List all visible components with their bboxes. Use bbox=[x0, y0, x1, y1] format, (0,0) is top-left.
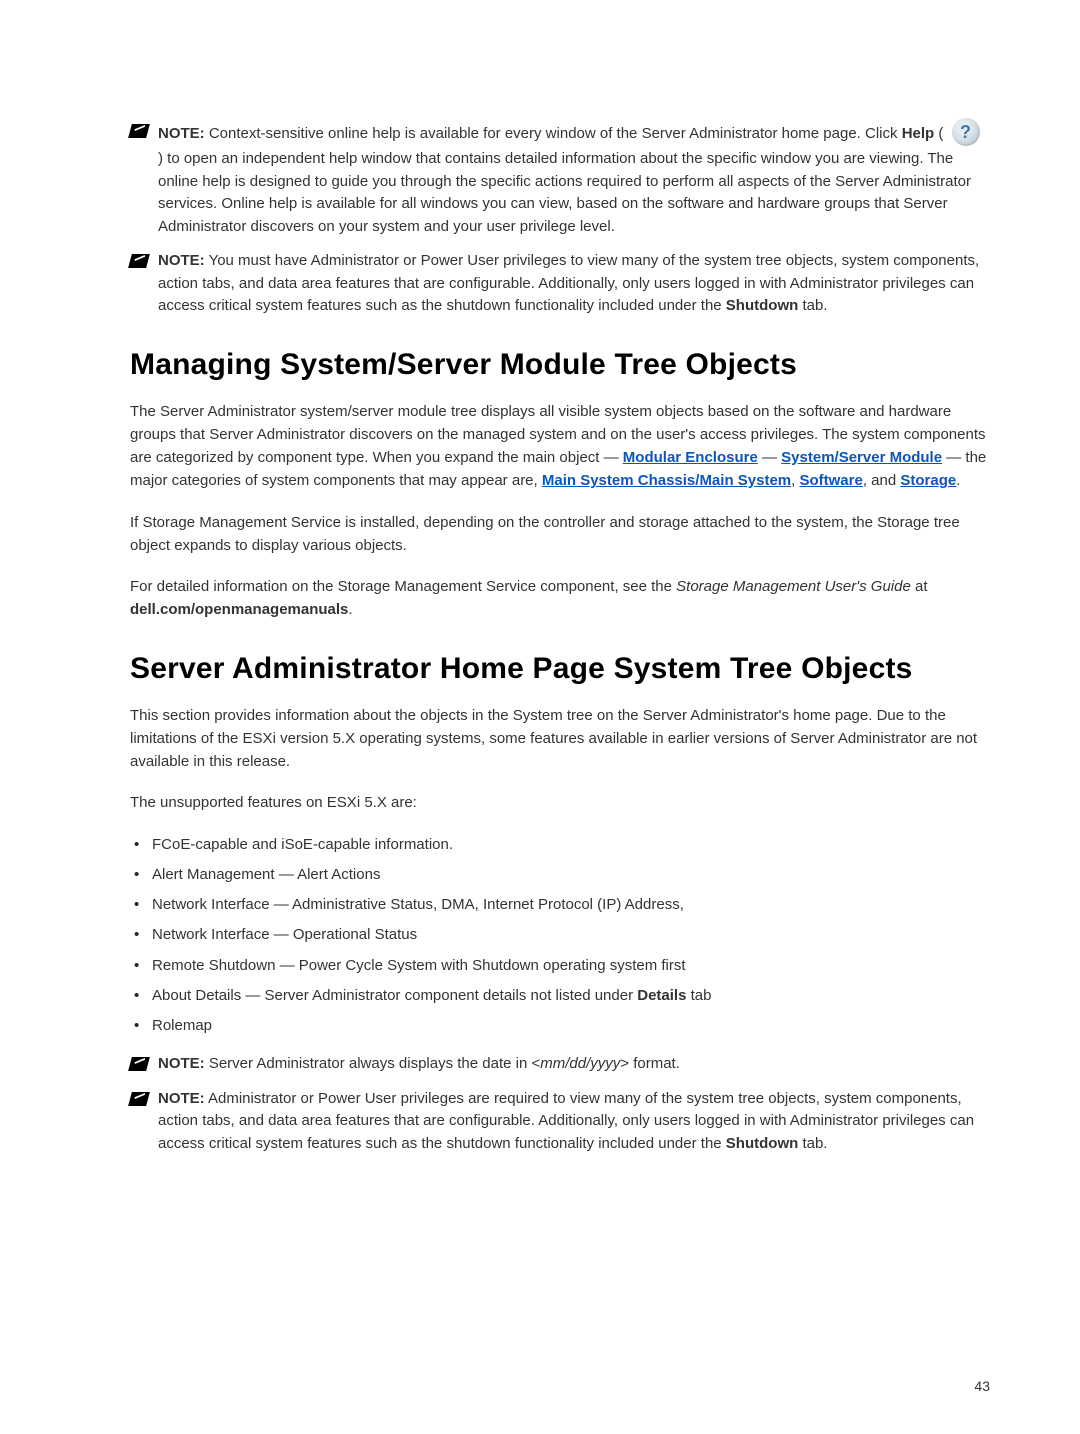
p3-at: at bbox=[911, 578, 928, 595]
note-text: NOTE: Context-sensitive online help is a… bbox=[158, 120, 990, 238]
dash1: — bbox=[758, 449, 781, 466]
and-text: , and bbox=[863, 472, 901, 489]
note-icon bbox=[128, 124, 150, 138]
note4-text: Administrator or Power User privileges a… bbox=[158, 1090, 974, 1152]
page-number: 43 bbox=[974, 1378, 990, 1394]
unsupported-features-list: FCoE-capable and iSoE-capable informatio… bbox=[130, 833, 990, 1038]
note4-tail: tab. bbox=[798, 1135, 827, 1152]
paragraph-1: The Server Administrator system/server m… bbox=[130, 400, 990, 493]
document-page: NOTE: Context-sensitive online help is a… bbox=[0, 0, 1080, 1434]
paragraph-5: The unsupported features on ESXi 5.X are… bbox=[130, 791, 990, 814]
period: . bbox=[956, 472, 960, 489]
list-item: FCoE-capable and iSoE-capable informatio… bbox=[130, 833, 990, 856]
paragraph-2: If Storage Management Service is install… bbox=[130, 511, 990, 558]
note3-italic: mm/dd/yyyy bbox=[540, 1055, 620, 1072]
link-main-system-chassis[interactable]: Main System Chassis/Main System bbox=[542, 472, 791, 489]
note-icon bbox=[128, 1057, 150, 1071]
note-block-3: NOTE: Server Administrator always displa… bbox=[130, 1053, 990, 1076]
help-icon: ? bbox=[952, 118, 980, 146]
note-label: NOTE: bbox=[158, 1090, 205, 1107]
help-bold: Help bbox=[902, 125, 935, 142]
list-item: About Details — Server Administrator com… bbox=[130, 984, 990, 1007]
paragraph-4: This section provides information about … bbox=[130, 704, 990, 774]
note-icon bbox=[128, 1092, 150, 1106]
link-software[interactable]: Software bbox=[799, 472, 862, 489]
note-label: NOTE: bbox=[158, 1055, 205, 1072]
note-block-1: NOTE: Context-sensitive online help is a… bbox=[130, 120, 990, 238]
link-modular-enclosure[interactable]: Modular Enclosure bbox=[623, 449, 758, 466]
li6-pre: About Details — Server Administrator com… bbox=[152, 987, 637, 1004]
heading-home-page-tree: Server Administrator Home Page System Tr… bbox=[130, 652, 990, 686]
p3-pre: For detailed information on the Storage … bbox=[130, 578, 676, 595]
note-label: NOTE: bbox=[158, 125, 205, 142]
note-icon bbox=[128, 254, 150, 268]
note-block-2: NOTE: You must have Administrator or Pow… bbox=[130, 250, 990, 318]
li6-post: tab bbox=[686, 987, 711, 1004]
heading-managing: Managing System/Server Module Tree Objec… bbox=[130, 348, 990, 382]
note3-post: > format. bbox=[620, 1055, 680, 1072]
note-text: NOTE: You must have Administrator or Pow… bbox=[158, 250, 990, 318]
link-storage[interactable]: Storage bbox=[900, 472, 956, 489]
note2-tail: tab. bbox=[798, 297, 827, 314]
list-item: Rolemap bbox=[130, 1014, 990, 1037]
note3-pre: Server Administrator always displays the… bbox=[205, 1055, 541, 1072]
li6-bold: Details bbox=[637, 987, 686, 1004]
paragraph-3: For detailed information on the Storage … bbox=[130, 575, 990, 622]
note-text: NOTE: Server Administrator always displa… bbox=[158, 1053, 990, 1076]
list-item: Network Interface — Administrative Statu… bbox=[130, 893, 990, 916]
link-system-server-module[interactable]: System/Server Module bbox=[781, 449, 942, 466]
shutdown-bold: Shutdown bbox=[726, 1135, 798, 1152]
list-item: Remote Shutdown — Power Cycle System wit… bbox=[130, 954, 990, 977]
note2-text: You must have Administrator or Power Use… bbox=[158, 252, 979, 314]
list-item: Network Interface — Operational Status bbox=[130, 923, 990, 946]
p3-period: . bbox=[348, 601, 352, 618]
p3-italic: Storage Management User's Guide bbox=[676, 578, 911, 595]
note-text: NOTE: Administrator or Power User privil… bbox=[158, 1088, 990, 1156]
p3-bold: dell.com/openmanagemanuals bbox=[130, 601, 348, 618]
note-label: NOTE: bbox=[158, 252, 205, 269]
list-item: Alert Management — Alert Actions bbox=[130, 863, 990, 886]
shutdown-bold: Shutdown bbox=[726, 297, 798, 314]
note-block-4: NOTE: Administrator or Power User privil… bbox=[130, 1088, 990, 1156]
note1-post: to open an independent help window that … bbox=[158, 150, 971, 235]
note1-pre: Context-sensitive online help is availab… bbox=[205, 125, 902, 142]
